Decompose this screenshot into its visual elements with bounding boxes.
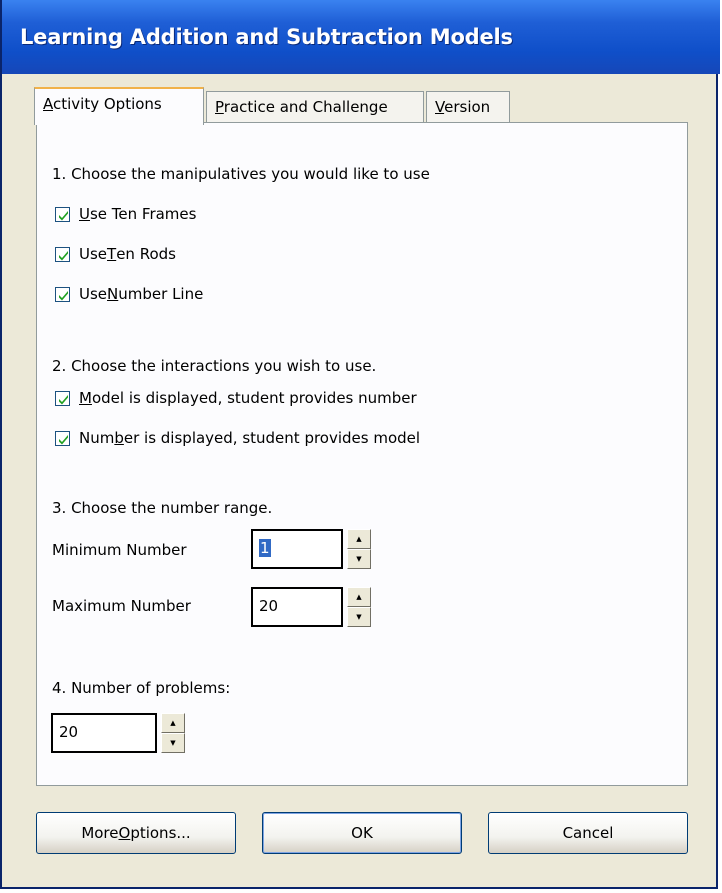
number-of-problems-input[interactable]: 20 <box>51 713 157 753</box>
section1-heading: 1. Choose the manipulatives you would li… <box>52 165 430 183</box>
arrow-down-icon: ▼ <box>170 739 176 747</box>
checkmark-icon <box>59 434 68 444</box>
arrow-down-icon: ▼ <box>356 555 362 563</box>
button-label-post: ptions... <box>130 824 191 842</box>
tab-label-mnemonic: P <box>215 98 224 116</box>
maximum-number-value: 20 <box>259 597 279 615</box>
checkmark-icon <box>59 290 68 300</box>
more-options-button[interactable]: More Options... <box>36 812 236 854</box>
checkbox-label-pre: Use <box>79 245 108 263</box>
tab-activity-options[interactable]: Activity Options <box>34 87 204 125</box>
tab-label-post: ersion <box>444 98 491 116</box>
button-label-mnemonic: O <box>118 824 131 842</box>
checkbox-label-post: umber Line <box>118 285 204 303</box>
minimum-number-spin-buttons: ▲ ▼ <box>347 529 371 569</box>
checkbox-label-pre: Num <box>79 429 115 447</box>
dialog-window: Learning Addition and Subtraction Models… <box>0 0 720 889</box>
checkbox-box[interactable] <box>55 390 70 406</box>
minimum-number-input[interactable]: 1 <box>251 529 343 569</box>
checkbox-box[interactable] <box>55 206 70 222</box>
number-of-problems-spinner[interactable]: 20 ▲ ▼ <box>51 713 185 753</box>
button-label-pre: More <box>81 824 119 842</box>
tab-label-post: ractice and Challenge <box>223 98 388 116</box>
arrow-up-icon: ▲ <box>356 593 362 601</box>
window-title: Learning Addition and Subtraction Models <box>20 25 513 49</box>
minimum-number-label: Minimum Number <box>52 541 187 559</box>
checkbox-label-mnemonic: M <box>79 389 92 407</box>
tab-practice-and-challenge[interactable]: Practice and Challenge <box>206 91 424 123</box>
checkbox-label-mnemonic: T <box>107 245 117 263</box>
arrow-up-icon: ▲ <box>356 535 362 543</box>
checkmark-icon <box>59 210 68 220</box>
cancel-button[interactable]: Cancel <box>488 812 688 854</box>
section3-heading: 3. Choose the number range. <box>52 499 273 517</box>
checkbox-label-post: er is displayed, student provides model <box>123 429 421 447</box>
minimum-number-spinner[interactable]: 1 ▲ ▼ <box>251 529 371 569</box>
checkbox-label-mnemonic: U <box>79 205 90 223</box>
checkbox-label-mnemonic: b <box>114 429 124 447</box>
checkbox-label-mnemonic: N <box>107 285 119 303</box>
number-of-problems-value: 20 <box>59 723 79 741</box>
arrow-up-icon: ▲ <box>170 719 176 727</box>
tab-label-mnemonic: V <box>435 98 445 116</box>
checkbox-label-post: odel is displayed, student provides numb… <box>91 389 417 407</box>
minimum-number-down-button[interactable]: ▼ <box>347 549 371 569</box>
title-bar[interactable]: Learning Addition and Subtraction Models <box>2 0 720 74</box>
section4-heading: 4. Number of problems: <box>52 679 231 697</box>
checkbox-use-ten-rods[interactable]: Use Ten Rods <box>55 243 176 265</box>
number-of-problems-spin-buttons: ▲ ▼ <box>161 713 185 753</box>
maximum-number-input[interactable]: 20 <box>251 587 343 627</box>
maximum-number-spin-buttons: ▲ ▼ <box>347 587 371 627</box>
arrow-down-icon: ▼ <box>356 613 362 621</box>
maximum-number-label: Maximum Number <box>52 597 191 615</box>
tab-version[interactable]: Version <box>426 91 510 123</box>
ok-button-label: OK <box>351 824 373 842</box>
maximum-number-down-button[interactable]: ▼ <box>347 607 371 627</box>
checkbox-box[interactable] <box>55 430 70 446</box>
checkbox-box[interactable] <box>55 246 70 262</box>
minimum-number-up-button[interactable]: ▲ <box>347 529 371 549</box>
checkbox-use-ten-frames[interactable]: Use Ten Frames <box>55 203 196 225</box>
minimum-number-value: 1 <box>259 539 271 557</box>
checkbox-label-post: en Rods <box>116 245 176 263</box>
section2-heading: 2. Choose the interactions you wish to u… <box>52 357 377 375</box>
cancel-button-label: Cancel <box>562 824 614 842</box>
number-of-problems-down-button[interactable]: ▼ <box>161 733 185 753</box>
ok-button[interactable]: OK <box>262 812 462 854</box>
checkbox-number-displayed[interactable]: Num b er is displayed, student provides mo… <box>55 427 420 449</box>
checkbox-model-displayed[interactable]: Model is displayed, student provides num… <box>55 387 417 409</box>
number-of-problems-up-button[interactable]: ▲ <box>161 713 185 733</box>
tab-label-mnemonic: A <box>43 95 53 113</box>
checkbox-label-pre: Use <box>79 285 108 303</box>
activity-options-panel: 1. Choose the manipulatives you would li… <box>36 122 688 786</box>
checkbox-label-post: se Ten Frames <box>89 205 197 223</box>
checkmark-icon <box>59 250 68 260</box>
maximum-number-spinner[interactable]: 20 ▲ ▼ <box>251 587 371 627</box>
tab-label-post: ctivity Options <box>53 95 162 113</box>
checkbox-use-number-line[interactable]: Use Number Line <box>55 283 203 305</box>
maximum-number-up-button[interactable]: ▲ <box>347 587 371 607</box>
checkmark-icon <box>59 394 68 404</box>
checkbox-box[interactable] <box>55 286 70 302</box>
